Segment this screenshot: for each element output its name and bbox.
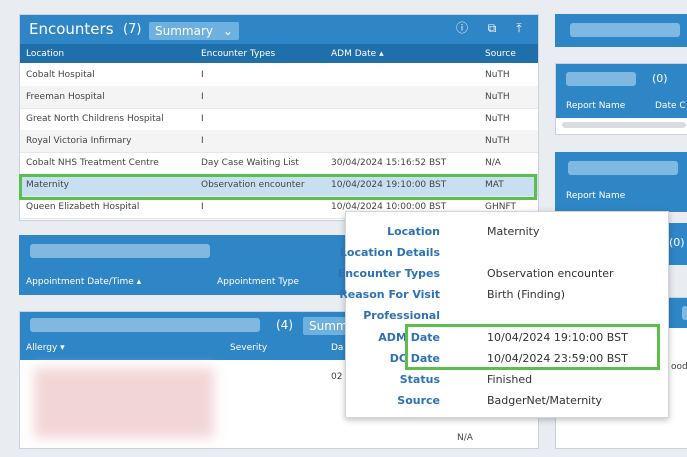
report-panel-1-count: (0): [652, 72, 668, 85]
report-panel-2: Report Name: [555, 152, 687, 212]
info-icon[interactable]: ⓘ: [454, 20, 470, 36]
popup-value-source: BadgerNet/Maternity: [487, 394, 603, 407]
expand-icon[interactable]: ⧉: [484, 20, 500, 36]
table-row[interactable]: Cobalt NHS Treatment Centre Day Case Wai…: [20, 152, 538, 175]
allergies-rows-redacted: [34, 368, 214, 438]
allergy-date-partial: 02: [331, 372, 343, 382]
cell-adm: 30/04/2024 15:16:52 BST: [331, 158, 447, 168]
summary-dropdown-button[interactable]: Summary ⌄: [149, 22, 239, 40]
cell-source: NuTH: [485, 92, 510, 102]
cell-location: Queen Elizabeth Hospital: [26, 202, 140, 212]
popup-label-location: Location: [387, 225, 440, 238]
popup-label-professional: Professional: [363, 309, 440, 322]
col-appointment-type[interactable]: Appointment Type: [217, 277, 299, 287]
cell-type: I: [201, 114, 204, 124]
cell-type: I: [201, 136, 204, 146]
cell-location: Cobalt Hospital: [26, 70, 95, 80]
chevron-down-icon: ⌄: [222, 24, 233, 38]
cell-location: Cobalt NHS Treatment Centre: [26, 158, 159, 168]
table-row[interactable]: Great North Childrens Hospital I NuTH: [20, 108, 538, 131]
col-source[interactable]: Source: [485, 49, 516, 59]
encounters-column-headers: Location Encounter Types ADM Date ▴ Sour…: [20, 44, 538, 63]
cell-type: Day Case Waiting List: [201, 158, 299, 168]
cell-location: Royal Victoria Infirmary: [26, 136, 132, 146]
popup-label-location-details: Location Details: [339, 246, 440, 259]
cell-source: NuTH: [485, 114, 510, 124]
popup-value-location: Maternity: [487, 225, 540, 238]
right-panel-mid-count: (0): [669, 236, 685, 249]
right-panel-partial-text: ood: [671, 362, 687, 372]
col-date[interactable]: Da: [331, 343, 343, 353]
popup-value-encounter-types: Observation encounter: [487, 267, 614, 280]
allergy-na: N/A: [457, 433, 473, 443]
col-adm-date[interactable]: ADM Date ▴: [331, 49, 384, 59]
encounter-detail-popup: Location Maternity Location Details Enco…: [338, 211, 669, 418]
report-panel-1: (0) Report Name Date C: [555, 63, 687, 135]
popup-value-reason: Birth (Finding): [487, 288, 566, 301]
table-row[interactable]: Cobalt Hospital I NuTH: [20, 64, 538, 87]
dates-highlight: [405, 324, 660, 370]
report-panel-1-scrollbar[interactable]: [562, 122, 686, 128]
popup-value-status: Finished: [487, 373, 533, 386]
col-severity[interactable]: Severity: [230, 343, 267, 353]
right-panel-top: [555, 14, 687, 47]
cell-location: Freeman Hospital: [26, 92, 105, 102]
allergies-summary-label: Summ: [309, 319, 348, 333]
popup-label-status: Status: [399, 373, 440, 386]
collapse-icon[interactable]: ⤒: [511, 20, 527, 36]
popup-label-source: Source: [397, 394, 440, 407]
table-row[interactable]: Freeman Hospital I NuTH: [20, 86, 538, 109]
cell-source: N/A: [485, 158, 501, 168]
encounters-count: (7): [123, 22, 142, 37]
cell-type: I: [201, 202, 204, 212]
right-panel-top-redacted: [570, 23, 680, 37]
cell-source: NuTH: [485, 136, 510, 146]
encounters-title: Encounters: [29, 20, 114, 38]
cell-location: Great North Childrens Hospital: [26, 114, 164, 124]
summary-label: Summary: [155, 24, 213, 38]
right-panel-bottom-redacted: [682, 306, 687, 320]
col-allergy[interactable]: Allergy ▾: [26, 343, 65, 353]
report-panel-1-header: (0) Report Name Date C: [556, 64, 687, 118]
appointments-title-redacted: [30, 244, 210, 258]
encounters-header: Encounters (7) Summary ⌄ ⓘ ⧉ ⤒: [20, 15, 538, 44]
popup-label-reason: Reason For Visit: [339, 288, 440, 301]
col-report-name[interactable]: Report Name: [566, 101, 625, 111]
table-row[interactable]: Royal Victoria Infirmary I NuTH: [20, 130, 538, 153]
allergies-title-redacted: [30, 318, 260, 332]
col-encounter-types[interactable]: Encounter Types: [201, 49, 275, 59]
popup-label-encounter-types: Encounter Types: [337, 267, 440, 280]
maternity-row-highlight: [19, 174, 537, 200]
col-location[interactable]: Location: [26, 49, 64, 59]
cell-source: NuTH: [485, 70, 510, 80]
col-appointment-date[interactable]: Appointment Date/Time ▴: [26, 277, 141, 287]
report-panel-1-title-redacted: [566, 72, 636, 86]
col-report-name-2[interactable]: Report Name: [566, 191, 625, 201]
col-date-partial[interactable]: Date C: [655, 101, 686, 111]
allergies-count: (4): [276, 318, 293, 332]
report-panel-2-title-redacted: [568, 161, 678, 175]
cell-type: I: [201, 70, 204, 80]
cell-type: I: [201, 92, 204, 102]
